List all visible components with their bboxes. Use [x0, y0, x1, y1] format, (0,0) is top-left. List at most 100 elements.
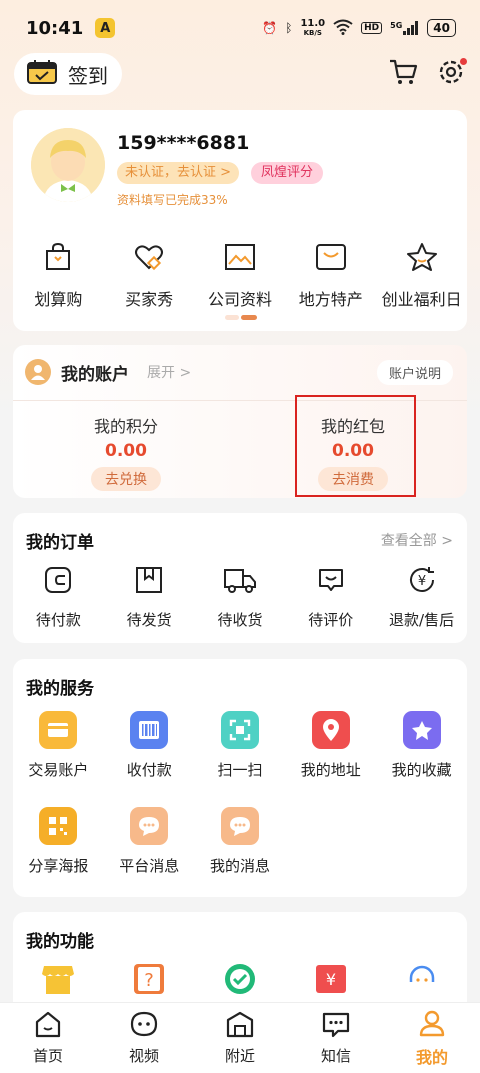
- package-icon: [134, 565, 164, 599]
- quick-link-label: 公司资料: [207, 290, 272, 309]
- nav-label: 知信: [320, 1047, 351, 1065]
- points-label: 我的积分: [93, 417, 158, 436]
- quick-link-buyer-show[interactable]: 买家秀: [106, 242, 192, 310]
- nav-home[interactable]: 首页: [0, 1010, 96, 1066]
- quick-links: 划算购 买家秀 公司资料 地方特产 创业福利日: [13, 242, 467, 310]
- orders-title: 我的订单: [26, 533, 94, 553]
- shopping-bag-icon: [43, 242, 73, 276]
- quick-link-label: 创业福利日: [381, 290, 462, 309]
- service-platform-messages[interactable]: 平台消息: [104, 807, 195, 903]
- order-pending-receipt[interactable]: 待收货: [195, 565, 285, 630]
- app-notification-icon: A: [95, 18, 116, 38]
- nav-nearby[interactable]: 附近: [192, 1010, 288, 1066]
- heart-tag-icon: [134, 242, 164, 276]
- card-icon: [39, 711, 78, 749]
- order-pending-payment[interactable]: 待付款: [13, 565, 103, 630]
- svg-text:?: ?: [144, 970, 154, 991]
- points-value: 0.00: [105, 441, 147, 461]
- scan-icon: [220, 711, 259, 749]
- order-refund[interactable]: ¥ 退款/售后: [377, 565, 467, 630]
- nav-label: 附近: [224, 1047, 255, 1065]
- see-all-orders-link[interactable]: 查看全部 >: [381, 530, 453, 550]
- rating-badge[interactable]: 凤煌评分: [251, 162, 324, 184]
- shop-awning-icon[interactable]: [13, 962, 103, 996]
- functions-title: 我的功能: [26, 932, 94, 952]
- customer-service-icon[interactable]: [377, 962, 467, 996]
- nav-messages[interactable]: 知信: [288, 1010, 384, 1066]
- order-pending-review[interactable]: 待评价: [286, 565, 376, 630]
- wallet-icon: [43, 565, 73, 599]
- service-payments[interactable]: 收付款: [104, 711, 195, 807]
- nav-label: 我的: [415, 1047, 448, 1067]
- chat-bubble-icon: [130, 807, 169, 845]
- pager-dot-active: [241, 315, 257, 320]
- account-help-button[interactable]: 账户说明: [376, 360, 453, 385]
- service-share-poster[interactable]: 分享海报: [13, 807, 104, 903]
- quick-link-company[interactable]: 公司资料: [197, 242, 283, 310]
- pager-dot: [225, 315, 239, 320]
- account-title: 我的账户: [61, 364, 129, 385]
- video-icon: [129, 1010, 159, 1042]
- signal-label: 5G: [390, 21, 403, 30]
- verify-badge[interactable]: 未认证，去认证 >: [117, 162, 240, 184]
- service-label: 我的收藏: [391, 761, 452, 779]
- cart-icon[interactable]: [388, 58, 418, 90]
- net-speed-value: 11.0: [300, 18, 326, 29]
- order-pending-shipment[interactable]: 待发货: [104, 565, 194, 630]
- nav-profile[interactable]: 我的: [384, 1009, 480, 1068]
- account-expand-link[interactable]: 展开 >: [147, 362, 191, 382]
- redeem-points-button[interactable]: 去兑换: [91, 467, 161, 491]
- mailbox-icon: [315, 242, 347, 276]
- order-status-row: 待付款 待发货 待收货 待评价 ¥ 退款/售后: [13, 565, 467, 630]
- quick-link-label: 买家秀: [125, 290, 174, 309]
- user-icon: [25, 359, 51, 385]
- net-speed: 11.0 KB/S: [300, 18, 326, 38]
- check-circle-icon[interactable]: [195, 962, 285, 996]
- service-label: 收付款: [126, 761, 172, 779]
- top-bar: 签到: [0, 50, 480, 98]
- alarm-icon: ⏰: [262, 21, 278, 35]
- net-speed-unit: KB/S: [303, 29, 322, 37]
- avatar[interactable]: [31, 128, 105, 202]
- service-favorites[interactable]: 我的收藏: [376, 711, 467, 807]
- notification-dot: [460, 58, 467, 65]
- picture-icon: [224, 242, 256, 276]
- status-left: 10:41 A: [26, 17, 116, 39]
- star-icon: [406, 242, 438, 276]
- service-trade-account[interactable]: 交易账户: [13, 711, 104, 807]
- quick-link-local[interactable]: 地方特产: [288, 242, 374, 310]
- checkin-button[interactable]: 签到: [14, 53, 122, 95]
- signal-icon: 5G: [390, 21, 419, 35]
- service-label: 扫一扫: [217, 761, 263, 779]
- service-label: 我的地址: [300, 761, 361, 779]
- svg-text:¥: ¥: [326, 970, 336, 989]
- profile-card: 159****6881 未认证，去认证 > 凤煌评分 资料填写已完成33% 划算…: [13, 110, 467, 331]
- quick-link-shopping[interactable]: 划算购: [15, 242, 101, 310]
- qr-code-icon: [39, 807, 78, 845]
- profile-icon: [417, 1009, 447, 1041]
- service-address[interactable]: 我的地址: [285, 711, 376, 807]
- help-question-icon[interactable]: ?: [104, 962, 194, 996]
- battery-icon: 40: [427, 19, 456, 37]
- status-time: 10:41: [26, 17, 84, 39]
- points-section[interactable]: 我的积分 0.00 去兑换: [46, 413, 206, 491]
- status-bar: 10:41 A ⏰ ᛒ 11.0 KB/S HD 5G 40: [0, 0, 480, 56]
- orders-card: 我的订单 查看全部 > 待付款 待发货 待收货 待评价 ¥ 退款/售后: [13, 513, 467, 643]
- service-scan[interactable]: 扫一扫: [195, 711, 286, 807]
- order-status-label: 待评价: [308, 611, 354, 629]
- topbar-actions: [388, 57, 467, 91]
- order-status-label: 待发货: [126, 611, 172, 629]
- calendar-icon: [26, 59, 58, 90]
- functions-row: ? ¥: [13, 962, 467, 996]
- bluetooth-icon: ᛒ: [285, 21, 293, 35]
- services-title: 我的服务: [26, 679, 94, 699]
- quick-link-label: 划算购: [34, 290, 83, 309]
- services-grid: 交易账户 收付款 扫一扫 我的地址 我的收藏 分享海报 平台消息 我的消息: [13, 711, 467, 903]
- coupon-icon[interactable]: ¥: [286, 962, 376, 996]
- home-icon: [33, 1010, 63, 1042]
- settings-gear-icon[interactable]: [436, 57, 467, 91]
- quick-link-welfare[interactable]: 创业福利日: [379, 242, 465, 310]
- quick-link-label: 地方特产: [298, 290, 363, 309]
- nav-video[interactable]: 视频: [96, 1010, 192, 1066]
- service-my-messages[interactable]: 我的消息: [195, 807, 286, 903]
